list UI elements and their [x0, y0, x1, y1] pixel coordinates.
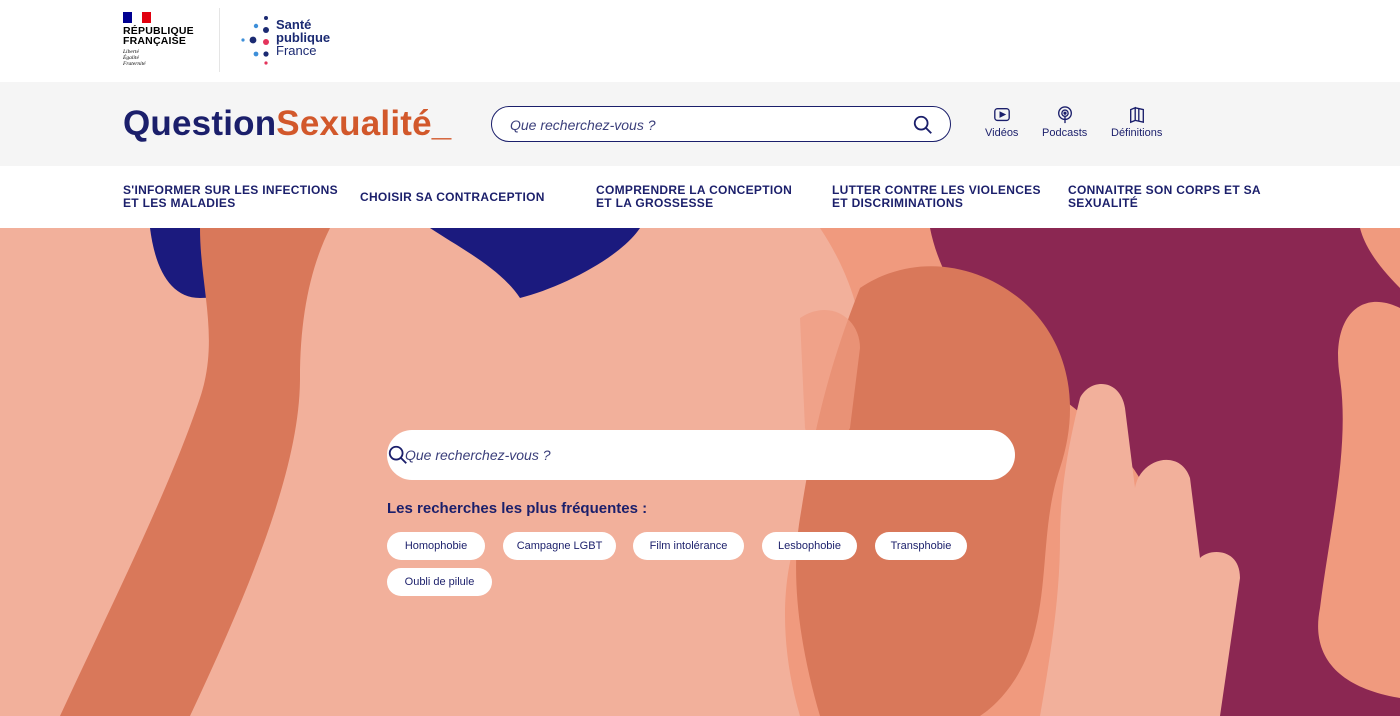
nav-item-conception[interactable]: COMPRENDRE LA CONCEPTION ET LA GROSSESSE — [596, 184, 811, 210]
book-icon — [1129, 106, 1144, 124]
chip-lesbophobie[interactable]: Lesbophobie — [762, 532, 857, 560]
french-flag-icon — [123, 12, 151, 23]
search-icon[interactable] — [912, 114, 934, 136]
hero-search-placeholder: Que recherchez-vous ? — [405, 447, 551, 463]
main-navigation: S'INFORMER SUR LES INFECTIONS ET LES MAL… — [0, 166, 1400, 228]
quick-link-label: Définitions — [1111, 127, 1163, 139]
site-logo[interactable]: QuestionSexualité_ — [123, 104, 451, 144]
logo-divider — [219, 8, 220, 72]
video-icon — [993, 108, 1010, 122]
chip-homophobie[interactable]: Homophobie — [387, 532, 485, 560]
site-header: QuestionSexualité_ Que recherchez-vous ?… — [0, 82, 1400, 166]
rf-line2: FRANÇAISE — [123, 35, 187, 47]
chip-oubli-de-pilule[interactable]: Oubli de pilule — [387, 568, 492, 596]
spf-dots-icon — [241, 16, 269, 65]
podcast-icon — [1057, 106, 1072, 124]
frequent-searches-title: Les recherches les plus fréquentes : — [387, 500, 648, 517]
quick-link-label: Vidéos — [985, 127, 1019, 139]
header-search-input[interactable]: Que recherchez-vous ? — [491, 106, 951, 142]
rf-motto-3: Fraternité — [123, 61, 146, 67]
republique-francaise-logo[interactable]: RÉPUBLIQUE FRANÇAISE Liberté Égalité Fra… — [123, 12, 203, 70]
chip-transphobie[interactable]: Transphobie — [875, 532, 967, 560]
hero-search-input[interactable]: Que recherchez-vous ? — [387, 430, 1015, 480]
spf-word3: France — [276, 43, 317, 58]
brand-part1: Question — [123, 104, 277, 143]
brand-part2: Sexualité_ — [276, 104, 452, 143]
sante-publique-france-logo[interactable]: Santé publique France — [240, 14, 350, 66]
chip-campagne-lgbt[interactable]: Campagne LGBT — [503, 532, 616, 560]
top-bar: RÉPUBLIQUE FRANÇAISE Liberté Égalité Fra… — [0, 0, 1400, 82]
chip-film-intolerance[interactable]: Film intolérance — [633, 532, 744, 560]
nav-item-violences[interactable]: LUTTER CONTRE LES VIOLENCES ET DISCRIMIN… — [832, 184, 1050, 210]
header-search-placeholder: Que recherchez-vous ? — [510, 117, 656, 133]
quick-link-label: Podcasts — [1042, 127, 1088, 139]
hero-banner: Que recherchez-vous ? Les recherches les… — [0, 228, 1400, 716]
nav-item-contraception[interactable]: CHOISIR SA CONTRACEPTION — [360, 191, 575, 204]
search-icon[interactable] — [387, 444, 409, 466]
quick-link-videos[interactable]: Vidéos — [985, 106, 1018, 139]
quick-link-podcasts[interactable]: Podcasts — [1042, 106, 1087, 139]
quick-link-definitions[interactable]: Définitions — [1111, 106, 1162, 139]
nav-item-corps[interactable]: CONNAITRE SON CORPS ET SA SEXUALITÉ — [1068, 184, 1268, 210]
nav-item-infections[interactable]: S'INFORMER SUR LES INFECTIONS ET LES MAL… — [123, 184, 338, 210]
